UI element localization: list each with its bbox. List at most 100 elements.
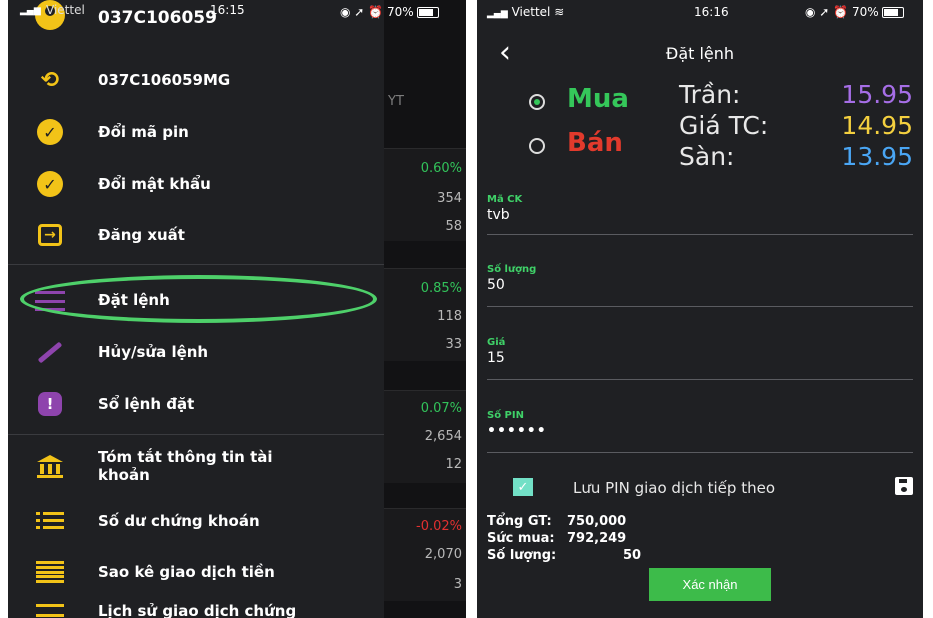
market-board-background: YT 0.60% 354 58 0.85% 118 33 0.07% 2,654… [384, 0, 466, 618]
drawer-item-cash-statement[interactable]: Sao kê giao dịch tiền [8, 549, 384, 595]
market-row-pct: 0.60% [420, 161, 462, 176]
symbol-field[interactable]: Mã CK tvb [487, 194, 913, 236]
field-label: Số lượng [487, 264, 537, 275]
field-value: tvb [487, 207, 510, 223]
field-value: 50 [487, 277, 505, 293]
reference-label: Giá TC: [679, 111, 769, 140]
status-right: ◉ ➚ ⏰ 70% [340, 5, 440, 19]
divider [8, 264, 384, 265]
summary-quantity-value: 50 [623, 548, 642, 563]
market-row-volume: 33 [445, 337, 462, 352]
summary-total-label: Tổng GT: [487, 514, 552, 529]
save-icon[interactable] [895, 477, 913, 495]
market-row-pct: 0.07% [420, 401, 462, 416]
pin-field[interactable]: Số PIN •••••• [487, 410, 913, 454]
right-phone-screen: ▂▄▆ Viettel ≋ 16:16 ◉ ➚ ⏰ 70% ‹ Đặt lệnh… [477, 0, 923, 618]
drawer-item-label: Lịch sử giao dịch chứng [98, 602, 297, 618]
left-phone-screen: YT 0.60% 354 58 0.85% 118 33 0.07% 2,654… [8, 0, 466, 618]
drawer-item-sub-account[interactable]: ⟲ 037C106059MG [8, 57, 384, 103]
summary-buying-power-label: Sức mua: [487, 531, 555, 546]
lines-icon [33, 555, 67, 589]
sync-icon: ⟲ [40, 67, 60, 93]
market-row-volume: 12 [445, 457, 462, 472]
floor-value: 13.95 [841, 142, 913, 171]
save-pin-checkbox[interactable]: ✓ [513, 478, 533, 496]
radio-sell[interactable] [529, 138, 545, 154]
field-label: Giá [487, 337, 506, 348]
navigation-drawer: 037C106059 ⟲ 037C106059MG ✓ Đổi mã pin ✓… [8, 0, 384, 618]
check-circle-icon: ✓ [33, 115, 67, 149]
market-row-value: 354 [437, 191, 462, 206]
status-left: ▂▄▆ Viettel ≋ [487, 5, 564, 19]
drawer-item-label: Đổi mật khẩu [98, 175, 211, 193]
quantity-field[interactable]: Số lượng 50 [487, 264, 913, 308]
summary-quantity-label: Số lượng: [487, 548, 557, 563]
battery-icon [417, 7, 440, 18]
field-value: 15 [487, 350, 505, 366]
column-header: YT [388, 94, 404, 109]
buy-label[interactable]: Mua [567, 84, 629, 114]
pencil-icon [33, 335, 67, 369]
radio-buy[interactable] [529, 94, 545, 110]
status-time: 16:16 [694, 5, 729, 19]
drawer-item-label: Đổi mã pin [98, 123, 189, 141]
market-row-pct: -0.02% [416, 519, 462, 534]
confirm-button[interactable]: Xác nhận [649, 568, 771, 601]
market-row-pct: 0.85% [420, 281, 462, 296]
summary-total-value: 750,000 [567, 514, 627, 529]
drawer-item-cancel-edit-order[interactable]: Hủy/sửa lệnh [8, 329, 384, 375]
drawer-item-label: 037C106059MG [98, 71, 231, 89]
drawer-item-account-summary[interactable]: Tóm tắt thông tin tài khoản [8, 444, 384, 490]
ceiling-label: Trần: [679, 80, 741, 109]
drawer-item-securities-history[interactable]: Lịch sử giao dịch chứng [8, 592, 384, 618]
wifi-icon: ≋ [554, 5, 565, 19]
list-icon [33, 504, 67, 538]
market-row-value: 2,654 [424, 429, 462, 444]
market-row[interactable]: 0.07% 2,654 12 [384, 390, 466, 483]
location-icon: ◉ ➚ ⏰ [805, 5, 849, 19]
alert-octagon-icon: ! [33, 387, 67, 421]
battery-percent: 70% [851, 5, 879, 19]
price-field[interactable]: Giá 15 [487, 337, 913, 381]
field-label: Số PIN [487, 410, 524, 421]
ceiling-value: 15.95 [841, 80, 913, 109]
sell-label[interactable]: Bán [567, 128, 623, 158]
field-underline [487, 379, 913, 380]
drawer-item-label: Đăng xuất [98, 226, 185, 244]
field-underline [487, 306, 913, 307]
status-bar: ▂▄▆ Viettel ≋ 16:16 ◉ ➚ ⏰ 70% [477, 0, 923, 26]
status-time: 16:15 [210, 3, 245, 17]
reference-value: 14.95 [841, 111, 913, 140]
battery-icon [882, 7, 905, 18]
market-row[interactable]: -0.02% 2,070 3 [384, 508, 466, 601]
carrier-name: Viettel [511, 5, 551, 19]
drawer-item-change-password[interactable]: ✓ Đổi mật khẩu [8, 161, 384, 207]
drawer-item-order-book[interactable]: ! Sổ lệnh đặt [8, 381, 384, 427]
drawer-item-logout[interactable]: → Đăng xuất [8, 212, 384, 258]
market-row-volume: 3 [453, 577, 462, 592]
status-bar: ▂▄▆ Viettel 16:15 ◉ ➚ ⏰ 70% [8, 0, 466, 26]
check-circle-icon: ✓ [33, 167, 67, 201]
field-underline [487, 234, 913, 235]
highlight-ellipse [20, 275, 377, 323]
drawer-item-change-pin[interactable]: ✓ Đổi mã pin [8, 109, 384, 155]
save-pin-label: Lưu PIN giao dịch tiếp theo [573, 479, 775, 497]
summary-buying-power-value: 792,249 [567, 531, 627, 546]
field-value: •••••• [487, 423, 547, 439]
logout-icon: → [33, 218, 67, 252]
drawer-item-label: Sao kê giao dịch tiền [98, 563, 275, 581]
market-row-value: 2,070 [424, 547, 462, 562]
market-row[interactable]: 0.85% 118 33 [384, 268, 466, 361]
divider [8, 434, 384, 435]
market-row[interactable]: 0.60% 354 58 [384, 148, 466, 241]
lines-icon [33, 598, 67, 618]
market-row-volume: 58 [445, 219, 462, 234]
signal-icon: ▂▄▆ [20, 6, 41, 16]
market-row-value: 118 [437, 309, 462, 324]
drawer-item-label: Tóm tắt thông tin tài khoản [98, 448, 273, 484]
page-title: Đặt lệnh [665, 44, 735, 63]
bank-icon [33, 450, 67, 484]
drawer-item-label: Sổ lệnh đặt [98, 395, 195, 413]
field-label: Mã CK [487, 194, 523, 205]
drawer-item-securities-balance[interactable]: Số dư chứng khoán [8, 498, 384, 544]
